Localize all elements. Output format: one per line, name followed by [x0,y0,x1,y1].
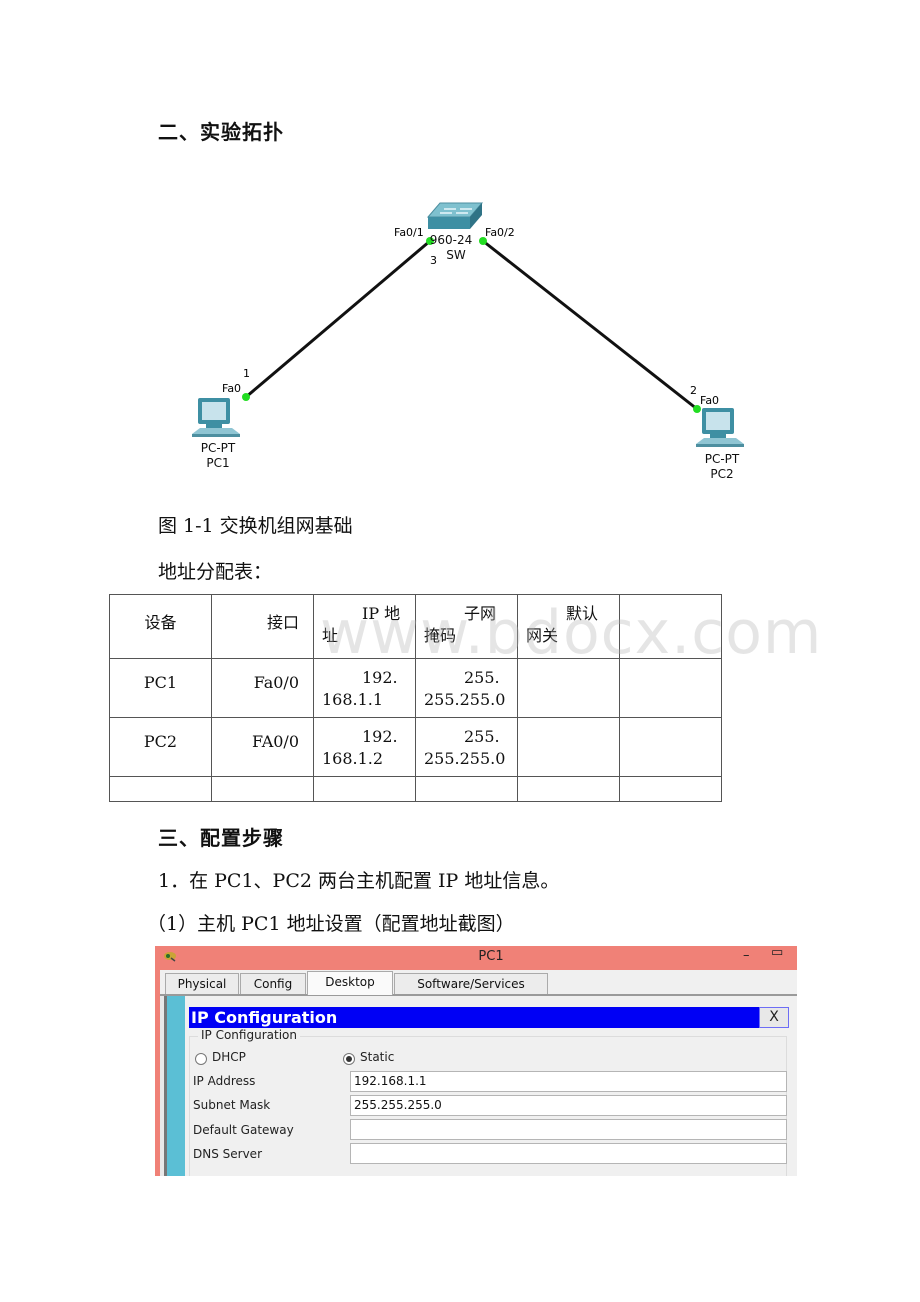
dns-server-label: DNS Server [193,1147,262,1161]
topology-diagram: Fa0/1 Fa0/2 960-24 SW 3 1 Fa0 PC-PT PC1 … [180,195,780,495]
sw-port-right-label: Fa0/2 [485,226,515,239]
cell-interface: FA0/0 [251,732,299,751]
table-header-row: 设备 接口 IP 地址 子网掩码 默认网关 [109,594,722,659]
table-caption: 地址分配表： [158,561,273,583]
pc2-icon [696,408,744,447]
tab-config[interactable]: Config [240,973,306,994]
subnet-mask-input[interactable]: 255.255.255.0 [350,1095,787,1116]
cell-interface: Fa0/0 [253,673,299,692]
dhcp-radio[interactable] [195,1053,207,1065]
maximize-button[interactable]: ▭ [771,946,783,960]
pc2-name-label: PC2 [710,467,734,481]
group-label: IP Configuration [198,1028,300,1042]
link-pc1-sw [245,239,431,399]
pc2-port-label: Fa0 [700,394,720,407]
header-interface: 接口 [266,613,299,632]
address-table: 设备 接口 IP 地址 子网掩码 默认网关 PC1 Fa0/0 192.168.… [109,594,722,802]
pc1-type-label: PC-PT [200,441,236,455]
pc1-link-number: 1 [243,367,250,380]
topology-links [192,202,744,447]
sw-port-left-label: Fa0/1 [394,226,424,239]
tab-physical[interactable]: Physical [165,973,239,994]
topology-heading: 二、实验拓扑 [158,120,284,144]
ip-address-label: IP Address [193,1074,256,1088]
step1-text: 1．在 PC1、PC2 两台主机配置 IP 地址信息。 [158,870,560,892]
pc2-link-number: 2 [690,384,697,397]
close-button[interactable]: X [759,1007,789,1028]
steps-heading: 三、配置步骤 [158,826,284,850]
ip-address-input[interactable]: 192.168.1.1 [350,1071,787,1092]
pc1-port-label: Fa0 [222,382,242,395]
sw-model-label: 960-24 [429,233,473,247]
pc1-name-label: PC1 [206,456,230,470]
default-gateway-input[interactable] [350,1119,787,1140]
minimize-button[interactable]: – [743,948,750,963]
link-sw-pc2 [482,239,698,411]
pc1-config-window: PC1 – ▭ Physical Config Desktop Software… [155,946,797,1176]
header-device: 设备 [144,613,177,632]
tab-desktop[interactable]: Desktop [307,971,393,995]
tab-bar: Physical Config Desktop Software/Service… [160,970,797,996]
cell-ip: 192.168.1.1 [322,668,398,709]
dns-server-input[interactable] [350,1143,787,1164]
header-mask: 子网掩码 [424,604,497,645]
static-radio[interactable] [343,1053,355,1065]
cell-ip: 192.168.1.2 [322,727,398,768]
default-gateway-label: Default Gateway [193,1123,294,1137]
sw-name-label: SW [446,248,466,262]
subnet-mask-label: Subnet Mask [193,1098,271,1112]
window-title: PC1 [478,949,504,964]
header-gateway: 默认网关 [526,604,599,645]
cell-mask: 255.255.255.0 [424,668,506,709]
cell-mask: 255.255.255.0 [424,727,506,768]
pc1-icon [192,398,240,437]
header-ip: IP 地址 [322,604,401,645]
static-label[interactable]: Static [360,1050,394,1064]
ip-config-group: IP Configuration DHCP Static IP Address … [189,1028,787,1176]
desktop-sidebar [164,996,187,1176]
table-row [109,776,722,802]
window-titlebar: PC1 – ▭ [155,946,797,970]
step1-sub1-text: （1）主机 PC1 地址设置（配置地址截图） [147,913,515,935]
desktop-area: IP Configuration X IP Configuration DHCP… [160,996,797,1176]
switch-icon [426,202,484,229]
tab-software-services[interactable]: Software/Services [394,973,548,994]
cell-device: PC1 [143,673,178,692]
dhcp-label[interactable]: DHCP [212,1050,246,1064]
pc2-type-label: PC-PT [704,452,740,466]
ip-config-panel: IP Configuration X IP Configuration DHCP… [185,996,797,1176]
table-row: PC1 Fa0/0 192.168.1.1 255.255.255.0 [109,658,722,718]
table-row: PC2 FA0/0 192.168.1.2 255.255.255.0 [109,717,722,777]
ip-config-title: IP Configuration [189,1007,761,1028]
figure-caption: 图 1-1 交换机组网基础 [158,515,353,537]
sw-link-number: 3 [430,254,437,267]
cell-device: PC2 [143,732,178,751]
port-pc1-fa0 [242,393,250,401]
